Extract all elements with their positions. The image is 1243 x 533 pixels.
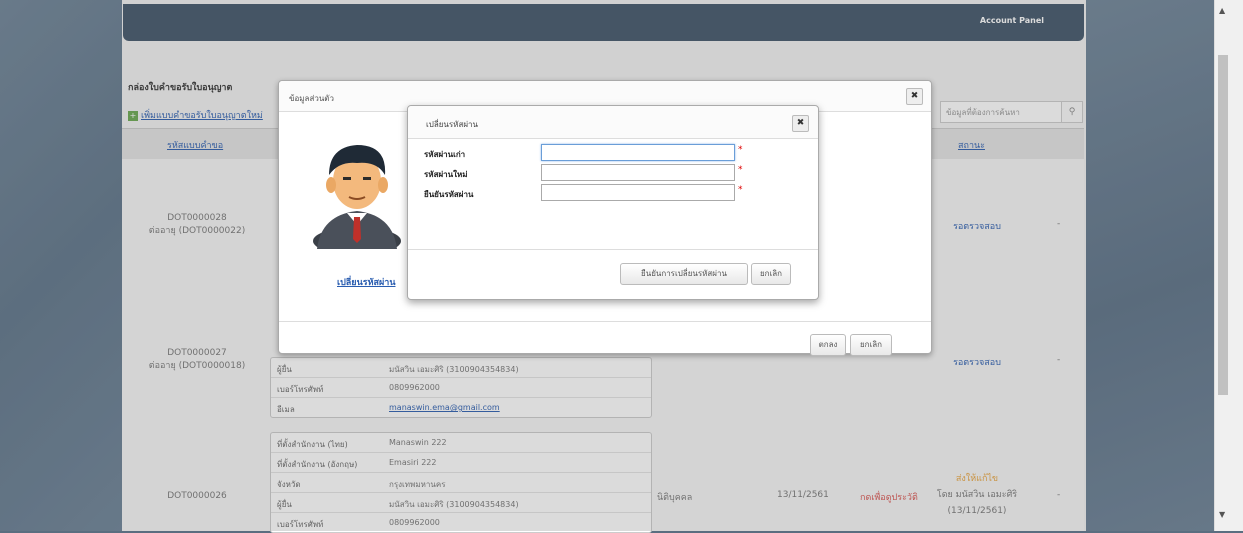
required-mark: * xyxy=(738,185,743,195)
confirm-change-password-button[interactable]: ยืนยันการเปลี่ยนรหัสผ่าน xyxy=(620,263,748,285)
vertical-scrollbar[interactable]: ▲ ▼ xyxy=(1214,0,1243,531)
new-password-field[interactable] xyxy=(541,164,735,181)
avatar xyxy=(313,145,401,249)
ok-button[interactable]: ตกลง xyxy=(810,334,846,356)
old-password-label: รหัสผ่านเก่า xyxy=(424,150,466,159)
required-mark: * xyxy=(738,145,743,155)
password-dialog-titlebar: เปลี่ยนรหัสผ่าน ✖ xyxy=(408,106,818,139)
cancel-button[interactable]: ยกเลิก xyxy=(751,263,791,285)
divider xyxy=(279,321,931,322)
change-password-link[interactable]: เปลี่ยนรหัสผ่าน xyxy=(337,275,395,289)
scroll-thumb[interactable] xyxy=(1218,55,1228,395)
profile-dialog-title: ข้อมูลส่วนตัว xyxy=(289,94,334,103)
close-icon[interactable]: ✖ xyxy=(906,88,923,105)
new-password-label: รหัสผ่านใหม่ xyxy=(424,170,468,179)
password-dialog-title: เปลี่ยนรหัสผ่าน xyxy=(426,120,478,129)
cancel-button[interactable]: ยกเลิก xyxy=(850,334,892,356)
change-password-dialog: เปลี่ยนรหัสผ่าน ✖ รหัสผ่านเก่า * รหัสผ่า… xyxy=(407,105,819,300)
scroll-up-icon[interactable]: ▲ xyxy=(1219,6,1225,15)
confirm-password-field[interactable] xyxy=(541,184,735,201)
old-password-field[interactable] xyxy=(541,144,735,161)
divider xyxy=(408,249,818,250)
required-mark: * xyxy=(738,165,743,175)
scroll-down-icon[interactable]: ▼ xyxy=(1219,510,1225,519)
confirm-password-label: ยืนยันรหัสผ่าน xyxy=(424,190,474,199)
close-icon[interactable]: ✖ xyxy=(792,115,809,132)
